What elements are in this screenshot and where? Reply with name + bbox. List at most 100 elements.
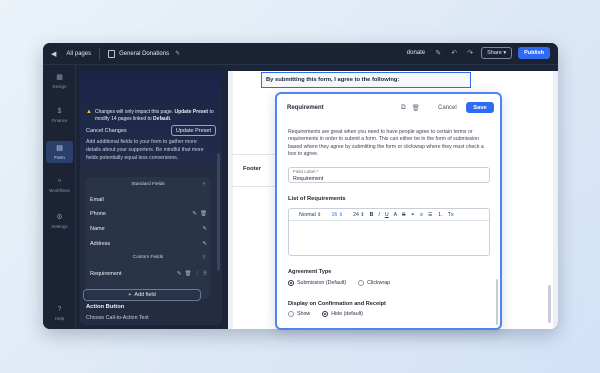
standard-fields-header: Standard Fields [131,182,165,187]
notice-part: . [170,116,172,122]
cancel-button[interactable]: Cancel [438,105,457,111]
warning-icon: ▲ [86,109,92,115]
agreement-type-heading: Agreement Type [288,269,332,275]
bullet-list-icon[interactable]: ☰ [428,212,433,218]
canvas-scrollbar[interactable] [548,285,551,323]
all-pages-link[interactable]: All pages [66,51,91,57]
align-icon[interactable]: ≡ [420,212,423,218]
modal-description: Requirements are great when you need to … [288,129,484,158]
page-icon [108,49,116,58]
paragraph-style-select[interactable]: Normal ⇕ [294,212,322,218]
add-field-button[interactable]: + Add field [83,289,201,301]
duplicate-icon[interactable]: ⧉ [401,104,406,112]
rail-label: Design [52,84,67,89]
radio-label: Hide (default) [331,311,364,317]
divider [233,186,275,187]
more-icon[interactable]: ⋮ [194,271,200,277]
update-preset-button[interactable]: Update Preset [170,125,216,136]
radio-submission[interactable] [288,280,294,286]
drag-handle-icon[interactable]: ⠿ [202,182,206,188]
fields-description: Add additional fields to your form to ga… [86,139,204,162]
plus-icon: + [128,292,132,298]
publish-button[interactable]: Publish [518,47,550,59]
undo-icon[interactable]: ↶ [449,49,459,57]
style-value: Normal [299,211,316,218]
edit-icon[interactable]: ✎ [177,271,182,277]
radio-clickwrap[interactable] [358,280,365,286]
radio-label: Show [297,311,311,317]
field-row-phone[interactable]: Phone ✎ 🗑 [86,208,210,220]
trash-icon[interactable]: 🗑 [184,271,191,277]
custom-fields-header: Custom Fields [132,255,164,260]
editor-toolbar: Normal ⇕ 16 ⇕ 24 ⇕ B I U A S ⚭ ≡ ☰ ⒈ Tx [289,209,489,221]
strikethrough-icon[interactable]: S [402,212,405,218]
edit-title-icon[interactable]: ✎ [175,50,180,57]
radio-show[interactable] [288,311,294,317]
branch-icon: ⑂ [57,178,62,185]
dollar-icon: $ [57,108,62,115]
edit-icon[interactable]: ✎ [192,211,197,217]
rail-item-form[interactable]: ▤ Form [46,141,73,163]
share-label: Share [487,50,502,56]
share-button[interactable]: Share ▾ [481,47,513,59]
settings-panel: ▲ Changes will only impact this page. Up… [80,71,222,325]
rail-item-workflows[interactable]: ⑂ Workflows [43,178,76,193]
field-row-email[interactable]: Email [86,194,210,206]
field-label: Phone [90,211,106,217]
agreement-text-block[interactable]: By submitting this form, I agree to the … [261,72,471,88]
line-height-select[interactable]: 24 ⇕ [348,212,365,218]
form-icon: ▤ [56,145,63,152]
underline-icon[interactable]: U [385,212,389,218]
requirements-rich-text-editor[interactable]: Normal ⇕ 16 ⇕ 24 ⇕ B I U A S ⚭ ≡ ☰ ⒈ Tx [288,208,490,256]
field-label-caption: Field Label * [293,169,319,174]
edit-slug-icon[interactable]: ✎ [433,49,443,57]
requirements-list-heading: List of Requirements [288,196,346,202]
preset-notice: ▲ Changes will only impact this page. Up… [86,109,216,123]
field-label: Email [90,197,104,203]
preset-actions: Cancel Changes Update Preset [86,125,216,136]
rail-item-finance[interactable]: $ Finance [43,108,76,123]
agreement-type-radios: Submission (Default) Clickwrap [288,280,390,286]
modal-scrollbar[interactable] [496,279,498,325]
trash-icon[interactable]: 🗑 [200,211,207,217]
numbered-list-icon[interactable]: ⒈ [438,211,443,218]
rail-label: Help [54,316,65,321]
display-radios: Show Hide (default) [288,311,363,317]
cancel-changes-link[interactable]: Cancel Changes [86,128,127,134]
radio-hide[interactable] [322,311,329,317]
save-button[interactable]: Save [466,102,494,113]
notice-part: Changes will only impact this page. [94,109,175,115]
footer-section-label[interactable]: Footer [243,166,261,172]
drag-handle-icon[interactable]: ⠿ [203,271,207,277]
top-bar: ◀ All pages General Donations ✎ donate ✎… [43,43,558,65]
clear-format-icon[interactable]: Tx [448,212,454,218]
rail-item-settings[interactable]: ⚙ Settings [43,213,76,229]
arrow-left-icon[interactable]: ◀ [51,50,56,58]
redo-icon[interactable]: ↷ [465,49,475,57]
italic-icon[interactable]: I [378,212,379,218]
link-icon[interactable]: ⚭ [411,212,415,218]
field-row-requirement[interactable]: Requirement ✎ 🗑 ⋮ ⠿ [86,268,210,280]
field-label-input[interactable]: Field Label * Requirement [288,167,490,183]
rail-item-design[interactable]: ▦ Design [43,73,76,89]
trash-icon[interactable]: 🗑 [412,104,420,112]
rail-item-help[interactable]: ? Help [43,306,76,321]
action-button-heading: Action Button [86,304,125,310]
page-slug: donate [406,50,426,56]
drag-handle-icon[interactable]: ⠿ [202,255,206,261]
edit-icon[interactable]: ✎ [202,226,207,232]
radio-label: Clickwrap [367,280,391,286]
divider [233,154,275,155]
font-size-select[interactable]: 16 ⇕ [327,212,344,218]
panel-scrollbar[interactable] [217,153,220,271]
requirement-editor-modal: Requirement ⧉ 🗑 Cancel Save Requirements… [275,92,502,330]
grid-icon: ▦ [56,74,63,81]
field-row-name[interactable]: Name ✎ [86,223,210,235]
field-row-address[interactable]: Address ✎ [86,238,210,250]
font-color-icon[interactable]: A [394,212,397,218]
modal-title: Requirement [287,105,324,111]
edit-icon[interactable]: ✎ [202,241,207,247]
field-label-value: Requirement [293,176,324,182]
bold-icon[interactable]: B [370,212,374,218]
notice-text: Changes will only impact this page. Upda… [95,109,216,123]
